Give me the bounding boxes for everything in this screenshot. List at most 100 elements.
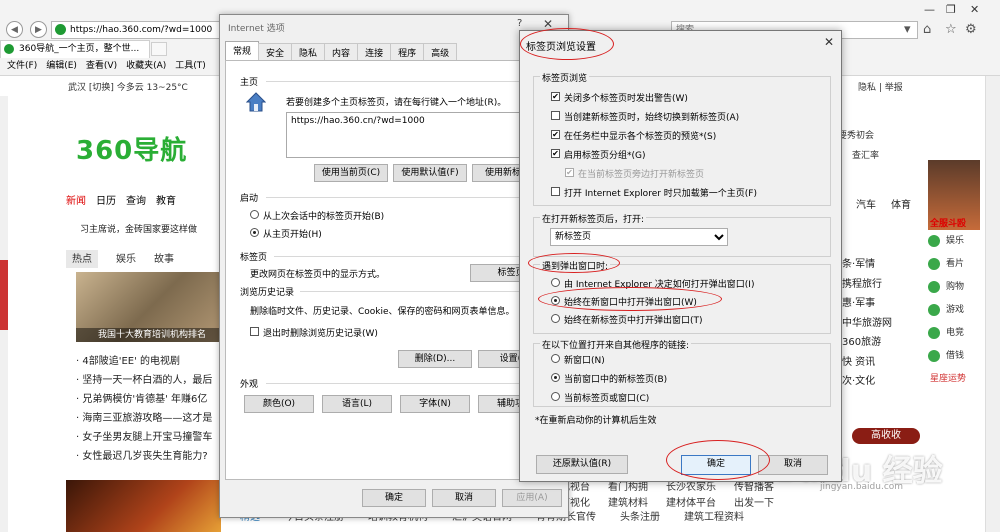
- list-item[interactable]: 条·军情: [842, 255, 902, 275]
- list-item[interactable]: 建筑材料: [608, 494, 648, 509]
- window-close-icon[interactable]: ✕: [970, 3, 979, 16]
- popup-new-tab-radio[interactable]: [551, 314, 560, 323]
- nav-car[interactable]: 汽车: [856, 196, 876, 211]
- colors-button[interactable]: 颜色(O): [244, 395, 314, 413]
- list-item[interactable]: · 女性最迟几岁丧失生育能力?: [76, 447, 226, 466]
- new-tab-button[interactable]: [151, 42, 167, 56]
- list-item[interactable]: · 兄弟俩模仿'肯德基' 年赚6亿: [76, 390, 226, 409]
- home-url-field[interactable]: https://hao.360.cn/?wd=1000: [286, 112, 556, 158]
- tab-programs[interactable]: 程序: [390, 43, 425, 60]
- sidebar-item-horoscope[interactable]: 星座运势: [918, 368, 973, 391]
- list-item[interactable]: · 坚持一天一杯白酒的人，最后: [76, 371, 226, 390]
- list-item[interactable]: · 海南三亚旅游攻略——这才是: [76, 409, 226, 428]
- ok-button[interactable]: 确定: [362, 489, 426, 507]
- game-ad-banner[interactable]: [66, 480, 221, 532]
- page-scrollbar[interactable]: [985, 76, 1000, 532]
- favorites-star-icon[interactable]: ☆: [945, 22, 957, 37]
- languages-button[interactable]: 语言(L): [322, 395, 392, 413]
- tab-general[interactable]: 常规: [225, 41, 260, 60]
- list-item[interactable]: 快 资讯: [842, 353, 902, 373]
- hero-label[interactable]: 全服斗殴: [930, 216, 966, 229]
- sidebar-item-games[interactable]: 游戏: [918, 299, 973, 322]
- tab-groups-checkbox[interactable]: ✔: [551, 149, 560, 158]
- fonts-button[interactable]: 字体(N): [400, 395, 470, 413]
- side-ad-strip[interactable]: [0, 260, 8, 330]
- list-item[interactable]: 360旅游: [842, 333, 902, 353]
- sidebar-item-ent[interactable]: 娱乐: [918, 230, 973, 253]
- warn-close-checkbox[interactable]: ✔: [551, 92, 560, 101]
- subtab-story[interactable]: 故事: [154, 250, 174, 268]
- list-item[interactable]: 建材体平台: [666, 494, 716, 509]
- cancel-button[interactable]: 取消: [432, 489, 496, 507]
- exchange-link[interactable]: 查汇率: [852, 148, 879, 161]
- nav-education[interactable]: 教育: [156, 192, 176, 212]
- delete-button[interactable]: 删除(D)...: [398, 350, 472, 368]
- use-default-button[interactable]: 使用默认值(F): [393, 164, 467, 182]
- use-current-button[interactable]: 使用当前页(C): [314, 164, 388, 182]
- list-item[interactable]: 携程旅行: [842, 275, 902, 295]
- back-icon[interactable]: ◀: [6, 21, 23, 38]
- headline[interactable]: 习主席说，金砖国家要这样做: [80, 222, 197, 235]
- nav-query[interactable]: 查询: [126, 192, 146, 212]
- site-logo[interactable]: 360导航: [76, 130, 187, 167]
- list-item[interactable]: 头条注册: [620, 508, 660, 523]
- cancel-button[interactable]: 取消: [758, 455, 828, 475]
- menu-file[interactable]: 文件(F): [7, 58, 37, 74]
- close-icon[interactable]: ✕: [543, 17, 553, 31]
- menu-tools[interactable]: 工具(T): [175, 58, 206, 74]
- subtab-ent[interactable]: 娱乐: [116, 250, 136, 268]
- address-bar[interactable]: https://hao.360.com/?wd=1000: [51, 21, 226, 39]
- menu-edit[interactable]: 编辑(E): [46, 58, 77, 74]
- popup-new-window-radio[interactable]: [551, 296, 560, 305]
- startup-home-radio[interactable]: [250, 228, 259, 237]
- list-item[interactable]: 次·文化: [842, 372, 902, 392]
- minimize-icon[interactable]: —: [924, 3, 935, 16]
- nav-calendar[interactable]: 日历: [96, 192, 116, 212]
- forward-icon[interactable]: ▶: [30, 21, 47, 38]
- tab-content[interactable]: 内容: [324, 43, 359, 60]
- list-item[interactable]: 建筑工程资料: [684, 508, 744, 523]
- browser-tab[interactable]: 360导航_一个主页，整个世...: [0, 40, 150, 58]
- sidebar-item-esports[interactable]: 电竞: [918, 322, 973, 345]
- close-icon[interactable]: ✕: [824, 35, 834, 49]
- startup-last-session-radio[interactable]: [250, 210, 259, 219]
- sidebar-item-shopping[interactable]: 购物: [918, 276, 973, 299]
- top-right-links[interactable]: 隐私 | 举报: [858, 80, 903, 93]
- right-small-link[interactable]: 要秀初会: [838, 128, 874, 141]
- menu-view[interactable]: 查看(V): [86, 58, 117, 74]
- game-ad-badge[interactable]: 高收收: [852, 428, 920, 444]
- tab-advanced[interactable]: 高级: [423, 43, 458, 60]
- home-icon[interactable]: ⌂: [923, 22, 931, 37]
- sidebar-item-movies[interactable]: 看片: [918, 253, 973, 276]
- ok-button[interactable]: 确定: [681, 455, 751, 475]
- search-dropdown-icon[interactable]: ▾: [904, 22, 911, 37]
- links-new-tab-radio[interactable]: [551, 373, 560, 382]
- switch-newtab-checkbox[interactable]: [551, 111, 560, 120]
- list-item[interactable]: 中华旅游网: [842, 314, 902, 334]
- taskbar-preview-checkbox[interactable]: ✔: [551, 130, 560, 139]
- first-home-only-checkbox[interactable]: [551, 187, 560, 196]
- tab-privacy[interactable]: 隐私: [291, 43, 326, 60]
- nav-news[interactable]: 新闻: [66, 192, 86, 212]
- links-new-window-radio[interactable]: [551, 354, 560, 363]
- restore-defaults-button[interactable]: 还原默认值(R): [536, 455, 628, 474]
- popup-ie-decide-radio[interactable]: [551, 278, 560, 287]
- links-current-radio[interactable]: [551, 392, 560, 401]
- newtab-dropdown[interactable]: 新标签页: [550, 228, 728, 246]
- gear-icon[interactable]: ⚙: [965, 22, 977, 37]
- nav-sports[interactable]: 体育: [891, 196, 911, 211]
- list-item[interactable]: · 女子坐男友腿上开宝马撞警车: [76, 428, 226, 447]
- open-next-to-current-checkbox[interactable]: ✔: [565, 168, 574, 177]
- subtab-hot[interactable]: 热点: [66, 250, 98, 268]
- tab-connections[interactable]: 连接: [357, 43, 392, 60]
- photo-caption[interactable]: 我国十大教育培训机构排名: [76, 328, 226, 342]
- list-item[interactable]: 出发一下: [734, 494, 774, 509]
- restore-icon[interactable]: ❐: [946, 3, 956, 16]
- list-item[interactable]: · 4部陂追'EE' 的电视剧: [76, 352, 226, 371]
- menu-favorites[interactable]: 收藏夹(A): [126, 58, 166, 74]
- apply-button[interactable]: 应用(A): [502, 489, 562, 507]
- help-icon[interactable]: ?: [517, 18, 522, 29]
- list-item[interactable]: 惠·军事: [842, 294, 902, 314]
- sidebar-item-loan[interactable]: 借钱: [918, 345, 973, 368]
- delete-on-exit-checkbox[interactable]: [250, 327, 259, 336]
